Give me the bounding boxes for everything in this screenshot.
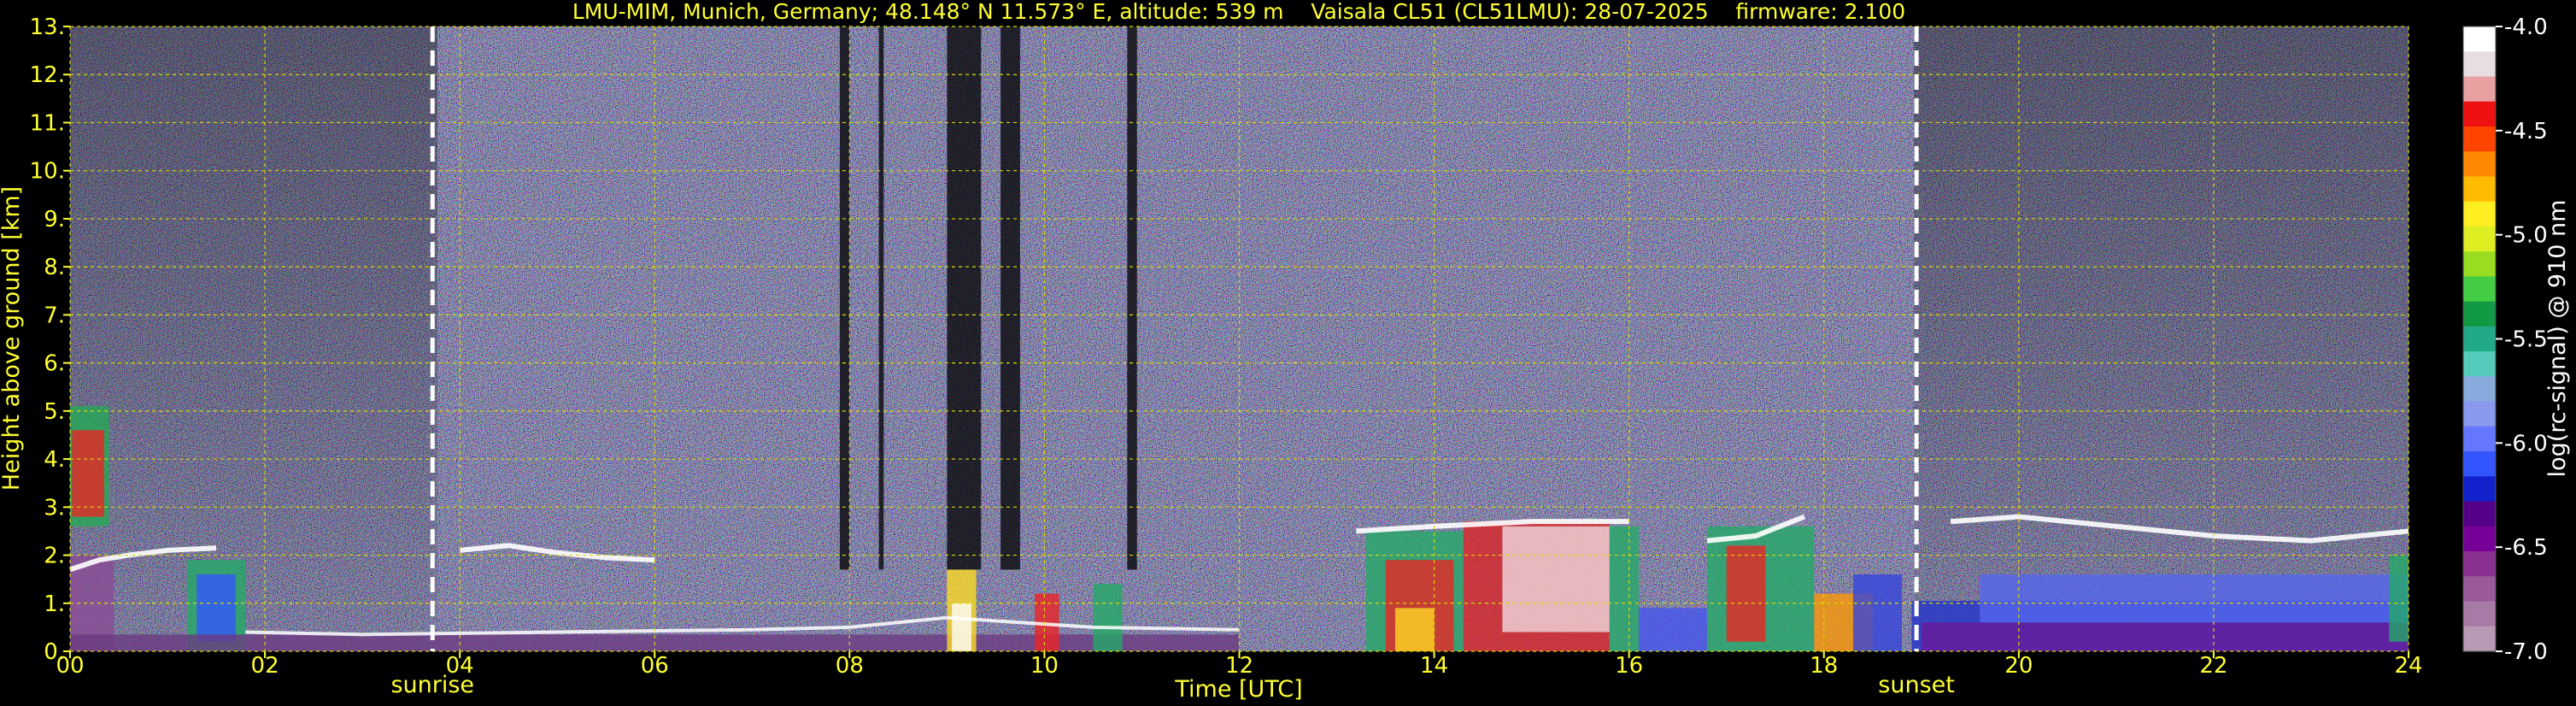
y-axis-label: Height above ground [km] (0, 186, 25, 491)
y-tick-label: 2. (44, 544, 65, 569)
backscatter-region (2389, 555, 2409, 642)
backscatter-region (1394, 608, 1435, 651)
colorbar-segment (2463, 376, 2496, 403)
colorbar-segment (2463, 551, 2496, 577)
colorbar-tick-label: -7.0 (2504, 639, 2548, 665)
backscatter-region (197, 574, 236, 642)
colorbar-segment (2463, 401, 2496, 427)
colorbar: -4.0 -4.5 -5.0 -5.5 -6.0 -6.5 -7.0 (2462, 15, 2548, 665)
x-tick-label: 04 (446, 653, 474, 679)
x-tick-label: 22 (2199, 653, 2227, 679)
y-tick-label: 4. (44, 447, 65, 473)
sunset-label: sunset (1878, 672, 1955, 698)
colorbar-segment (2463, 226, 2496, 252)
colorbar-segment (2463, 526, 2496, 552)
signal-dropout-streak (1000, 26, 1020, 570)
signal-dropout-streak (839, 26, 850, 570)
colorbar-segment (2463, 51, 2496, 78)
x-tick-label: 06 (641, 653, 669, 679)
backscatter-region (1980, 574, 2409, 623)
colorbar-segment (2463, 151, 2496, 178)
signal-dropout-streak (878, 26, 884, 570)
backscatter-region (1726, 545, 1766, 642)
y-tick-label: 3. (44, 495, 65, 521)
x-axis-label: Time [UTC] (1174, 676, 1302, 703)
x-tick-label: 20 (2004, 653, 2033, 679)
x-tick-label: 10 (1030, 653, 1059, 679)
colorbar-tick-label: -5.5 (2504, 327, 2548, 353)
colorbar-tick-label: -5.0 (2504, 223, 2548, 249)
colorbar-tick-label: -4.0 (2504, 15, 2548, 40)
colorbar-segment (2463, 426, 2496, 452)
x-tick-label: 18 (1810, 653, 1838, 679)
y-tick-label: 12. (30, 62, 65, 88)
y-tick-label: 8. (44, 255, 65, 280)
x-tick-label: 14 (1420, 653, 1448, 679)
colorbar-segment (2463, 476, 2496, 503)
colorbar-tick-label: -6.5 (2504, 535, 2548, 561)
colorbar-segment (2463, 576, 2496, 603)
colorbar-segment (2463, 176, 2496, 203)
y-tick-label: 6. (44, 351, 65, 377)
colorbar-segment (2463, 126, 2496, 152)
backscatter-region (952, 603, 971, 651)
y-tick-label: 13. (30, 15, 65, 40)
y-tick-label: 1. (44, 591, 65, 617)
chart-title: LMU-MIM, Munich, Germany; 48.148° N 11.5… (572, 0, 1905, 24)
x-tick-label: 16 (1615, 653, 1643, 679)
y-tick-label: 7. (44, 303, 65, 328)
colorbar-tick-label: -4.5 (2504, 119, 2548, 144)
backscatter-region (1921, 622, 2409, 651)
y-tick-label: 9. (44, 207, 65, 232)
colorbar-segment (2463, 501, 2496, 527)
x-tick-label: 00 (56, 653, 84, 679)
colorbar-segment (2463, 26, 2496, 52)
backscatter-region (1852, 574, 1902, 651)
colorbar-segment (2463, 101, 2496, 127)
colorbar-segment (2463, 76, 2496, 103)
colorbar-segment (2463, 326, 2496, 352)
x-tick-label: 12 (1225, 653, 1253, 679)
x-tick-label: 24 (2394, 653, 2422, 679)
colorbar-segment (2463, 626, 2496, 652)
colorbar-segment (2463, 301, 2496, 327)
colorbar-tick-label: -6.0 (2504, 431, 2548, 456)
signal-dropout-streak (947, 26, 982, 570)
signal-dropout-streak (1127, 26, 1137, 570)
colorbar-segment (2463, 276, 2496, 303)
backscatter-region (1609, 526, 1640, 651)
x-tick-label: 08 (836, 653, 864, 679)
y-tick-label: 11. (30, 110, 65, 136)
y-tick-label: 10. (30, 159, 65, 185)
colorbar-segment (2463, 351, 2496, 377)
x-tick-label: 02 (251, 653, 279, 679)
backscatter-region (1639, 608, 1707, 651)
night-shading-right (1914, 26, 2409, 651)
colorbar-segment (2463, 251, 2496, 277)
colorbar-segment (2463, 601, 2496, 627)
y-axis-ticks: 0.1.2.3.4.5.6.7.8.9.10.11.12.13. (30, 15, 70, 665)
y-tick-label: 5. (44, 399, 65, 425)
colorbar-label: log(rc-signal) @ 910 nm (2544, 200, 2571, 478)
ceilometer-backscatter-chart: sunrise sunset 0.1.2.3.4.5.6.7.8.9.10.11.… (0, 0, 2571, 703)
colorbar-segment (2463, 451, 2496, 477)
backscatter-region (1502, 526, 1610, 632)
colorbar-segment (2463, 201, 2496, 227)
backscatter-region (1093, 584, 1123, 651)
backscatter-region (72, 430, 104, 517)
